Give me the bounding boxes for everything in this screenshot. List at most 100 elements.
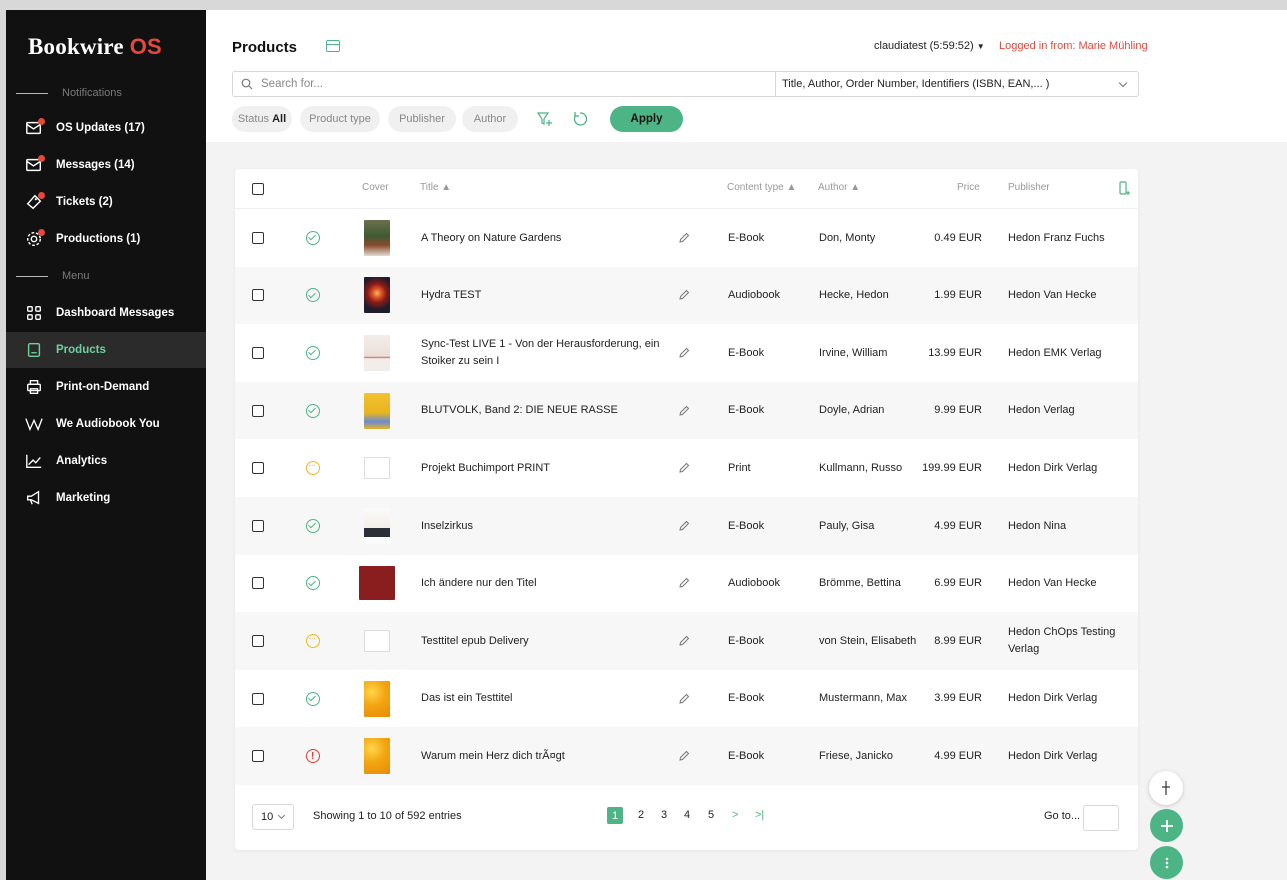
row-title[interactable]: Projekt Buchimport PRINT	[421, 439, 683, 497]
edit-pencil-icon[interactable]	[678, 577, 690, 589]
row-title[interactable]: Inselzirkus	[421, 497, 683, 555]
table-row[interactable]: Warum mein Herz dich trÃ¤gt E-Book Friese,…	[235, 727, 1138, 785]
row-checkbox[interactable]	[252, 634, 264, 647]
sidebar-item-products[interactable]: Products	[6, 332, 206, 368]
edit-pencil-icon[interactable]	[678, 693, 690, 705]
row-content-type: Audiobook	[728, 289, 780, 302]
page-1[interactable]: 1	[607, 807, 623, 824]
table-row[interactable]: Testtitel epub Delivery E-Book von Stein, …	[235, 612, 1138, 670]
table-row[interactable]: Das ist ein Testtitel E-Book Mustermann, M…	[235, 670, 1138, 728]
next-page-button[interactable]: >	[732, 809, 738, 821]
status-ok-icon	[306, 403, 320, 418]
table-row[interactable]: Inselzirkus E-Book Pauly, Gisa 4.99 EUR Hedo…	[235, 497, 1138, 555]
row-checkbox[interactable]	[252, 289, 264, 302]
row-checkbox[interactable]	[252, 231, 264, 244]
row-checkbox[interactable]	[252, 692, 264, 705]
edit-pencil-icon[interactable]	[678, 289, 690, 301]
search-icon	[241, 78, 253, 90]
sidebar-item-print-on-demand[interactable]: Print-on-Demand	[6, 369, 206, 405]
session-dropdown[interactable]: claudiatest (5:59:52) ▼	[874, 40, 985, 52]
row-title[interactable]: Warum mein Herz dich trÃ¤gt	[421, 727, 683, 785]
table-row[interactable]: A Theory on Nature Gardens E-Book Don, Mon…	[235, 209, 1138, 267]
cover-thumbnail[interactable]	[359, 566, 395, 601]
cover-thumbnail[interactable]	[364, 629, 390, 652]
cover-thumbnail[interactable]	[364, 334, 390, 371]
row-checkbox[interactable]	[252, 577, 264, 590]
add-button[interactable]	[1150, 809, 1183, 842]
table-row[interactable]: BLUTVOLK, Band 2: DIE NEUE RASSE E-Book Do…	[235, 381, 1138, 440]
table-row[interactable]: Sync-Test LIVE 1 - Von der Herausforderu…	[235, 324, 1138, 382]
page-5[interactable]: 5	[708, 809, 714, 821]
cover-thumbnail[interactable]	[364, 277, 390, 314]
row-checkbox[interactable]	[252, 346, 264, 359]
row-content-type: E-Book	[728, 749, 765, 762]
edit-pencil-icon[interactable]	[678, 232, 690, 244]
table-footer: 10 Showing 1 to 10 of 592 entries 1 2 3 …	[235, 787, 1138, 847]
row-checkbox[interactable]	[252, 462, 264, 475]
sidebar-item-dashboard-messages[interactable]: Dashboard Messages	[6, 295, 206, 331]
per-page-select[interactable]: 10	[252, 804, 294, 830]
cover-thumbnail[interactable]	[364, 457, 390, 480]
row-title[interactable]: Ich ändere nur den Titel	[421, 555, 683, 613]
apply-button[interactable]: Apply	[610, 106, 683, 132]
search-input[interactable]	[261, 78, 741, 90]
row-author: von Stein, Elisabeth	[819, 634, 917, 647]
cover-thumbnail[interactable]	[364, 680, 390, 717]
row-checkbox[interactable]	[252, 404, 264, 417]
page-4[interactable]: 4	[684, 809, 690, 821]
table-row[interactable]: Ich ändere nur den Titel Audiobook Brömme,…	[235, 555, 1138, 613]
sidebar-item-os-updates[interactable]: OS Updates (17)	[6, 110, 206, 146]
panel-icon[interactable]	[326, 40, 340, 52]
table-row[interactable]: Projekt Buchimport PRINT Print Kullmann, R…	[235, 439, 1138, 497]
row-price: 3.99 EUR	[934, 692, 982, 705]
author-filter-chip[interactable]: Author	[462, 106, 518, 132]
sidebar-item-tickets[interactable]: Tickets (2)	[6, 184, 206, 220]
search-box[interactable]	[232, 71, 775, 97]
page-2[interactable]: 2	[638, 809, 644, 821]
row-checkbox[interactable]	[252, 750, 264, 763]
add-column-icon[interactable]	[1119, 181, 1131, 196]
cover-thumbnail[interactable]	[364, 738, 390, 775]
add-filter-icon[interactable]	[537, 111, 553, 127]
goto-input[interactable]	[1083, 805, 1119, 831]
column-content-type[interactable]: Content type ▲	[727, 182, 796, 193]
row-title[interactable]: Das ist ein Testtitel	[421, 670, 683, 728]
row-title[interactable]: BLUTVOLK, Band 2: DIE NEUE RASSE	[421, 382, 683, 440]
row-title[interactable]: Hydra TEST	[421, 267, 683, 325]
column-author[interactable]: Author ▲	[818, 182, 860, 193]
row-title[interactable]: Sync-Test LIVE 1 - Von der Herausforderu…	[421, 324, 683, 382]
edit-pencil-icon[interactable]	[678, 405, 690, 417]
app-window: Bookwire OS Notifications OS Updates (17)…	[6, 10, 1287, 880]
row-title[interactable]: A Theory on Nature Gardens	[421, 209, 683, 267]
last-page-button[interactable]: >|	[755, 809, 764, 821]
edit-pencil-icon[interactable]	[678, 347, 690, 359]
sidebar-item-analytics[interactable]: Analytics	[6, 443, 206, 479]
sidebar-item-we-audiobook-you[interactable]: We Audiobook You	[6, 406, 206, 442]
more-options-button[interactable]	[1150, 846, 1183, 879]
row-checkbox[interactable]	[252, 519, 264, 532]
cover-thumbnail[interactable]	[364, 219, 390, 256]
page-3[interactable]: 3	[661, 809, 667, 821]
expand-button[interactable]	[1149, 771, 1183, 805]
select-all-checkbox[interactable]	[252, 183, 264, 195]
status-filter-chip[interactable]: Status All	[232, 106, 292, 132]
search-scope-select[interactable]: Title, Author, Order Number, Identifiers…	[775, 71, 1139, 97]
edit-pencil-icon[interactable]	[678, 635, 690, 647]
cover-thumbnail[interactable]	[364, 507, 390, 544]
status-err-icon	[306, 749, 320, 764]
sidebar-item-marketing[interactable]: Marketing	[6, 480, 206, 516]
table-row[interactable]: Hydra TEST Audiobook Hecke, Hedon 1.99 EUR H…	[235, 266, 1138, 325]
edit-pencil-icon[interactable]	[678, 462, 690, 474]
publisher-filter-chip[interactable]: Publisher	[388, 106, 456, 132]
cover-thumbnail[interactable]	[364, 392, 390, 429]
sidebar-item-messages[interactable]: Messages (14)	[6, 147, 206, 183]
product-type-filter-chip[interactable]: Product type	[300, 106, 380, 132]
logo[interactable]: Bookwire OS	[28, 34, 162, 60]
sidebar-item-productions[interactable]: Productions (1)	[6, 221, 206, 257]
edit-pencil-icon[interactable]	[678, 750, 690, 762]
reset-icon[interactable]	[572, 111, 588, 127]
row-author: Irvine, William	[819, 346, 888, 359]
column-title[interactable]: Title ▲	[420, 182, 451, 193]
row-title[interactable]: Testtitel epub Delivery	[421, 612, 683, 670]
edit-pencil-icon[interactable]	[678, 520, 690, 532]
